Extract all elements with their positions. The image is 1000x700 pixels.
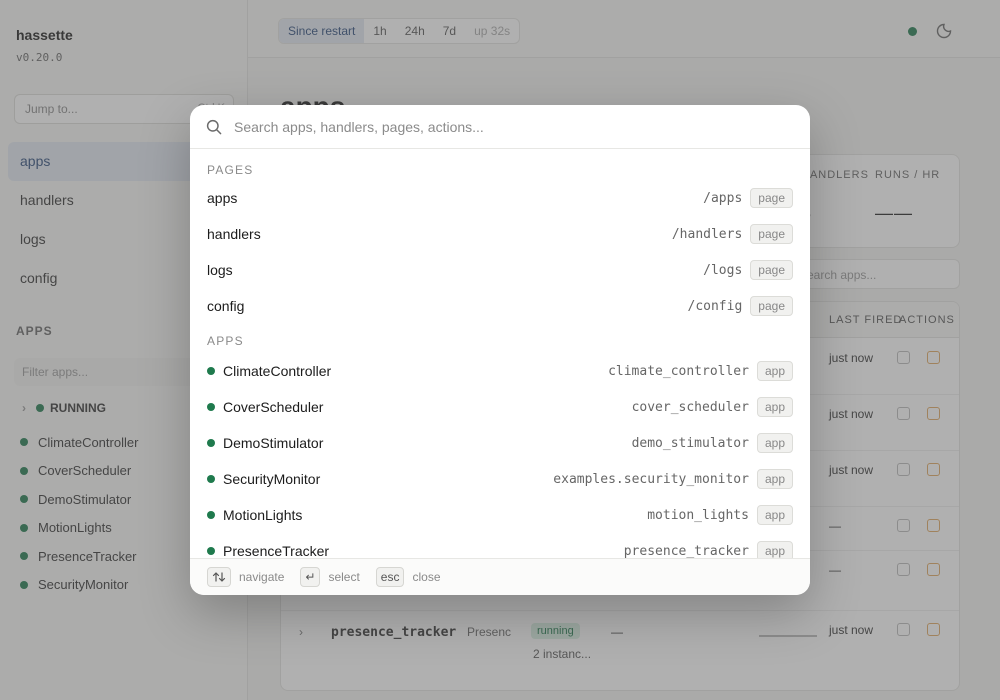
item-label: PresenceTracker [223,543,330,558]
palette-item-app[interactable]: SecurityMonitor examples.security_monito… [190,461,810,497]
item-type-badge: app [756,361,793,381]
item-type-badge: app [756,541,793,558]
apps-section-label: APPS [207,334,244,348]
item-label: CoverScheduler [223,399,324,415]
item-label: DemoStimulator [223,435,324,451]
navigate-key [207,567,231,587]
item-label: SecurityMonitor [223,471,321,487]
item-type-badge: page [750,296,793,316]
palette-footer: navigate ↵ select esc close [190,558,810,595]
item-path: cover_scheduler [631,399,749,415]
close-hint: close [412,570,441,584]
palette-search-bar [190,105,810,149]
command-palette: PAGES apps /apps page handlers /handlers… [190,105,810,595]
item-path: /handlers [671,226,743,242]
item-path: climate_controller [608,363,749,379]
item-path: demo_stimulator [631,435,749,451]
palette-item-page-handlers[interactable]: handlers /handlers page [190,216,810,252]
esc-key: esc [375,567,405,587]
item-path: /config [687,298,743,314]
item-path: /logs [703,262,743,278]
enter-key: ↵ [300,567,321,587]
item-path: presence_tracker [623,543,749,559]
item-label: apps [207,190,238,206]
running-status-dot [207,367,215,375]
item-type-badge: app [756,469,793,489]
item-path: /apps [703,190,743,206]
pages-section-label: PAGES [207,163,254,177]
item-type-badge: app [756,433,793,453]
item-type-badge: app [756,397,793,417]
item-label: logs [207,262,233,278]
item-path: motion_lights [647,507,749,523]
palette-item-app[interactable]: MotionLights motion_lights app [190,497,810,533]
navigate-hint: navigate [239,570,285,584]
palette-item-page-apps[interactable]: apps /apps page [190,180,810,216]
palette-item-app[interactable]: ClimateController climate_controller app [190,353,810,389]
item-label: ClimateController [223,363,332,379]
running-status-dot [207,475,215,483]
running-status-dot [207,439,215,447]
select-hint: select [328,570,360,584]
palette-item-app[interactable]: CoverScheduler cover_scheduler app [190,389,810,425]
item-type-badge: page [750,260,793,280]
item-label: config [207,298,245,314]
item-label: MotionLights [223,507,303,523]
running-status-dot [207,547,215,555]
item-type-badge: page [750,188,793,208]
item-type-badge: app [756,505,793,525]
arrow-up-down-icon [212,572,226,582]
palette-results: PAGES apps /apps page handlers /handlers… [190,149,810,558]
running-status-dot [207,403,215,411]
item-label: handlers [207,226,261,242]
palette-item-page-config[interactable]: config /config page [190,288,810,324]
search-icon [206,119,222,135]
palette-item-app[interactable]: PresenceTracker presence_tracker app [190,533,810,558]
item-type-badge: page [750,224,793,244]
running-status-dot [207,511,215,519]
palette-item-page-logs[interactable]: logs /logs page [190,252,810,288]
item-path: examples.security_monitor [553,471,749,487]
palette-item-app[interactable]: DemoStimulator demo_stimulator app [190,425,810,461]
palette-search-input[interactable] [234,115,794,139]
